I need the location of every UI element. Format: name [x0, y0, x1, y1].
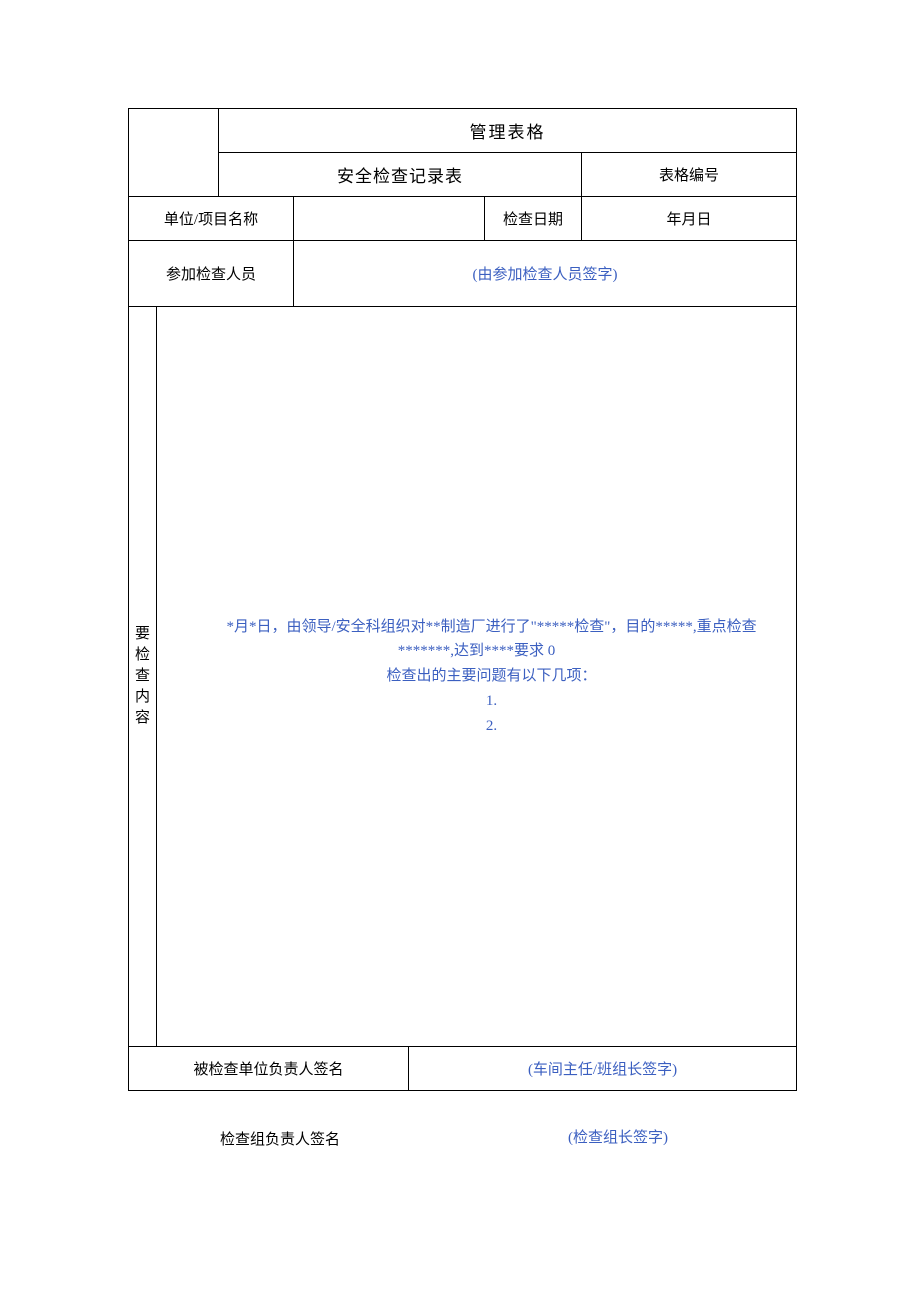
inspected-unit-signature-label: 被检查单位负责人签名	[129, 1047, 409, 1091]
inspection-content-area[interactable]: *月*日，由领导/安全科组织对**制造厂进行了"*****检查"，目的*****…	[157, 307, 797, 1047]
unit-name-value[interactable]	[294, 197, 485, 241]
inspected-unit-signature-hint[interactable]: (车间主任/班组长签字)	[409, 1047, 797, 1091]
inspection-leader-signature-label: 检查组负责人签名	[220, 1128, 340, 1149]
content-item-1: 1.	[157, 689, 796, 714]
inspection-leader-signature-hint[interactable]: (检查组长签字)	[558, 1128, 678, 1148]
participants-hint[interactable]: (由参加检查人员签字)	[294, 241, 797, 307]
side-char-4: 内	[129, 687, 156, 708]
side-char-2: 检	[129, 645, 156, 666]
content-line-2: *******,达到****要求 0	[157, 639, 796, 664]
form-title-sub: 安全检查记录表	[219, 153, 582, 197]
inspection-date-value[interactable]: 年月日	[582, 197, 797, 241]
content-side-label: 要 检 查 内 容	[129, 307, 157, 1047]
content-line-1: *月*日，由领导/安全科组织对**制造厂进行了"*****检查"，目的*****…	[157, 615, 796, 640]
footer-signatures: 检查组负责人签名 (检查组长签字)	[128, 1128, 796, 1149]
content-item-2: 2.	[157, 714, 796, 739]
side-char-3: 查	[129, 666, 156, 687]
side-char-1: 要	[129, 624, 156, 645]
participants-label: 参加检查人员	[129, 241, 294, 307]
form-number-label: 表格编号	[582, 153, 797, 197]
safety-inspection-form: 管理表格 安全检查记录表 表格编号 单位/项目名称 检查日期 年月日 参加检查人…	[128, 108, 797, 1091]
form-title-main: 管理表格	[219, 109, 797, 153]
logo-cell	[129, 109, 219, 197]
content-line-3: 检查出的主要问题有以下几项：	[157, 664, 796, 689]
unit-name-label: 单位/项目名称	[129, 197, 294, 241]
side-char-5: 容	[129, 708, 156, 729]
inspection-date-label: 检查日期	[485, 197, 582, 241]
